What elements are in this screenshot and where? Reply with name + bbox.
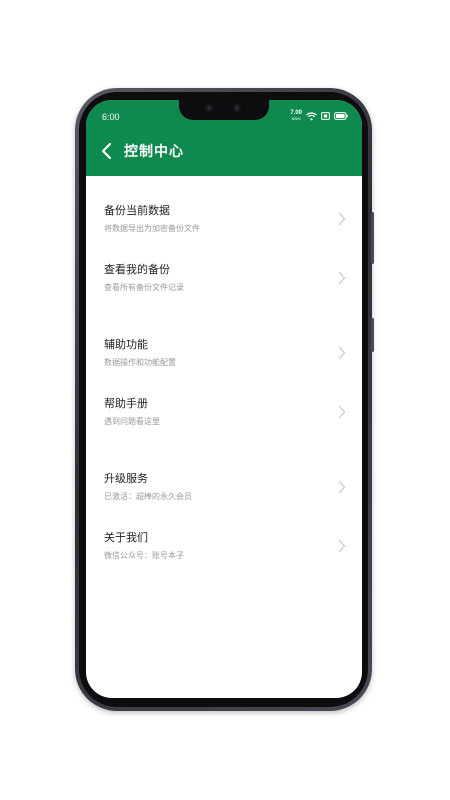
menu-item-help-manual[interactable]: 帮助手册 遇到问题看这里 [86,387,362,437]
network-speed-unit: KB/S [291,116,301,121]
menu-item-upgrade-service[interactable]: 升级服务 已激活：超棒的永久会员 [86,462,362,512]
chevron-right-icon [338,405,346,419]
sim-icon [321,112,330,120]
chevron-right-icon [338,480,346,494]
front-sensor-icon [233,104,241,112]
power-button [371,318,374,352]
menu-item-subtitle: 将数据导出为加密备份文件 [104,224,200,233]
battery-icon [334,112,348,120]
chevron-right-icon [338,346,346,360]
phone-screen: 6:00 7.00 KB/S 控制中心 备份当前数据 将数据导出为加密备份文件 … [86,100,362,698]
screenshot-stage: 6:00 7.00 KB/S 控制中心 备份当前数据 将数据导出为加密备份文件 … [0,0,450,800]
menu-item-subtitle: 查看所有备份文件记录 [104,283,184,292]
network-speed: 7.00 KB/S [290,110,302,122]
chevron-right-icon [338,539,346,553]
menu-item-title: 关于我们 [104,531,148,544]
menu-item-backup-current[interactable]: 备份当前数据 将数据导出为加密备份文件 [86,194,362,244]
status-time: 6:00 [102,112,120,122]
menu-item-subtitle: 遇到问题看这里 [104,417,160,426]
menu-item-subtitle: 已激活：超棒的永久会员 [104,492,192,501]
menu-item-title: 辅助功能 [104,338,148,351]
menu-item-title: 查看我的备份 [104,263,170,276]
menu-item-title: 备份当前数据 [104,204,170,217]
menu-item-view-backups[interactable]: 查看我的备份 查看所有备份文件记录 [86,253,362,303]
status-icons: 7.00 KB/S [290,110,348,122]
menu-item-title: 升级服务 [104,472,148,485]
menu-item-about-us[interactable]: 关于我们 微信公众号：账号本子 [86,521,362,571]
chevron-right-icon [338,271,346,285]
menu-item-subtitle: 数据操作和功能配置 [104,358,176,367]
app-header: 6:00 7.00 KB/S 控制中心 [86,100,362,176]
camera-notch [179,100,269,120]
page-title: 控制中心 [124,144,184,160]
menu-item-accessibility[interactable]: 辅助功能 数据操作和功能配置 [86,328,362,378]
wifi-icon [306,111,317,121]
back-chevron-icon[interactable] [100,142,114,160]
menu-item-subtitle: 微信公众号：账号本子 [104,551,184,560]
chevron-right-icon [338,212,346,226]
menu-item-title: 帮助手册 [104,397,148,410]
front-camera-icon [205,104,213,112]
volume-button [371,212,374,264]
